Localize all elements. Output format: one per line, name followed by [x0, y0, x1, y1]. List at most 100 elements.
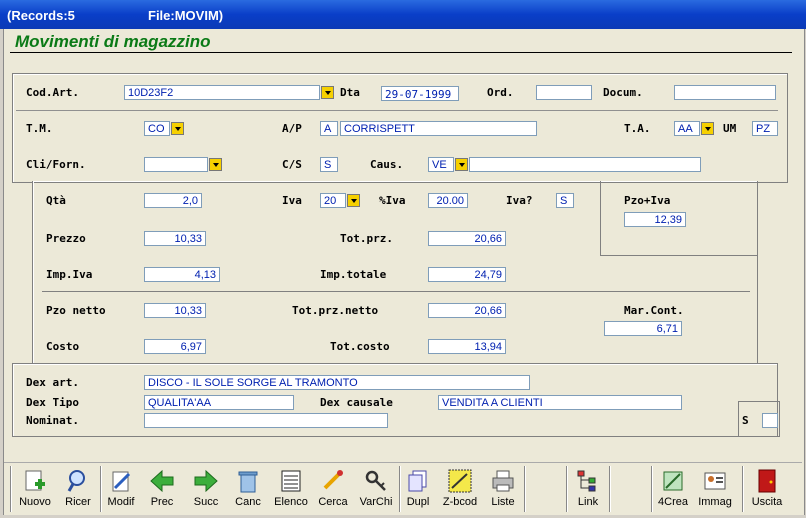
succ-button[interactable]: Succ	[186, 466, 226, 512]
ta-dropdown[interactable]	[701, 122, 714, 135]
tot-prz-field[interactable]: 20,66	[428, 231, 506, 246]
dta-field[interactable]: 29-07-1999	[381, 86, 459, 101]
imp-iva-label: Imp.Iva	[46, 268, 93, 281]
iva-q-field[interactable]: S	[556, 193, 574, 208]
link-button[interactable]: Link	[570, 466, 606, 512]
arrow-right-icon	[194, 469, 218, 493]
cli-forn-dropdown[interactable]	[209, 158, 222, 171]
amounts-divider	[42, 291, 750, 292]
cod-art-field[interactable]: 10D23F2	[124, 85, 320, 100]
tot-prz-label: Tot.prz.	[340, 232, 393, 245]
cs-field[interactable]: S	[320, 157, 338, 172]
toolbar-separator	[524, 466, 526, 512]
tot-costo-field[interactable]: 13,94	[428, 339, 506, 354]
tot-costo-label: Tot.costo	[330, 340, 390, 353]
iva-field[interactable]: 20	[320, 193, 346, 208]
modif-button[interactable]: Modif	[103, 466, 139, 512]
tot-prz-netto-label: Tot.prz.netto	[292, 304, 379, 317]
barcode-icon	[448, 469, 472, 493]
qta-field[interactable]: 2,0	[144, 193, 202, 208]
iva-q-label: Iva?	[506, 194, 533, 207]
dex-tipo-field[interactable]: QUALITA'AA	[144, 395, 294, 410]
ta-field[interactable]: AA	[674, 121, 700, 136]
immag-button[interactable]: Immag	[696, 466, 734, 512]
trash-icon	[238, 471, 258, 493]
dex-art-field[interactable]: DISCO - IL SOLE SORGE AL TRAMONTO	[144, 375, 530, 390]
toolbar-separator	[651, 466, 653, 512]
toolbar-separator	[399, 466, 401, 512]
ap-desc-field[interactable]: CORRISPETT	[340, 121, 537, 136]
new-record-icon	[25, 470, 45, 491]
cod-art-label: Cod.Art.	[26, 86, 79, 99]
nuovo-button[interactable]: Nuovo	[14, 466, 56, 512]
tm-label: T.M.	[26, 122, 53, 135]
iva-label: Iva	[282, 194, 302, 207]
toolbar-separator	[742, 466, 744, 512]
cli-forn-field[interactable]	[144, 157, 208, 172]
create-icon	[663, 471, 683, 491]
tree-icon	[577, 470, 596, 492]
keys-icon	[365, 470, 386, 491]
prec-button[interactable]: Prec	[143, 466, 181, 512]
qta-label: Qtà	[46, 194, 66, 207]
costo-field[interactable]: 6,97	[144, 339, 206, 354]
elenco-button[interactable]: Elenco	[272, 466, 310, 512]
tot-prz-netto-field[interactable]: 20,66	[428, 303, 506, 318]
image-icon	[704, 472, 726, 490]
dupl-button[interactable]: Dupl	[402, 466, 434, 512]
prezzo-field[interactable]: 10,33	[144, 231, 206, 246]
ricer-button[interactable]: Ricer	[58, 466, 98, 512]
dta-label: Dta	[340, 86, 360, 99]
dex-tipo-label: Dex Tipo	[26, 396, 79, 409]
s-label: S	[742, 414, 749, 427]
cs-label: C/S	[282, 158, 302, 171]
toolbar-separator	[609, 466, 611, 512]
title-bar: (Records:5 File:MOVIM)	[0, 0, 806, 29]
ap-code-field[interactable]: A	[320, 121, 338, 136]
4crea-button[interactable]: 4Crea	[655, 466, 691, 512]
search-icon	[67, 470, 85, 492]
iva-dropdown[interactable]	[347, 194, 360, 207]
caus-label: Caus.	[370, 158, 404, 171]
title-divider	[10, 52, 792, 53]
tm-field[interactable]: CO	[144, 121, 170, 136]
ord-field[interactable]	[536, 85, 592, 100]
header-divider	[16, 110, 778, 111]
dex-art-label: Dex art.	[26, 376, 79, 389]
caus-dropdown[interactable]	[455, 158, 468, 171]
imp-iva-field[interactable]: 4,13	[144, 267, 220, 282]
tm-dropdown[interactable]	[171, 122, 184, 135]
caus-field[interactable]: VE	[428, 157, 454, 172]
perc-iva-field[interactable]: 20.00	[428, 193, 468, 208]
toolbar-separator	[10, 466, 12, 512]
docum-label: Docum.	[603, 86, 643, 99]
find-icon	[323, 470, 343, 490]
toolbar-separator	[566, 466, 568, 512]
pzo-iva-label: Pzo+Iva	[624, 194, 671, 207]
ta-label: T.A.	[624, 122, 651, 135]
mar-cont-field[interactable]: 6,71	[604, 321, 682, 336]
docum-field[interactable]	[674, 85, 776, 100]
printer-icon	[492, 470, 514, 492]
cod-art-dropdown[interactable]	[321, 86, 334, 99]
um-field[interactable]: PZ	[752, 121, 778, 136]
dex-causale-field[interactable]: VENDITA A CLIENTI	[438, 395, 682, 410]
s-field[interactable]	[762, 413, 778, 428]
pzo-netto-field[interactable]: 10,33	[144, 303, 206, 318]
um-label: UM	[723, 122, 737, 135]
toolbar-separator	[100, 466, 102, 512]
varchi-button[interactable]: VarChi	[356, 466, 396, 512]
cli-forn-label: Cli/Forn.	[26, 158, 86, 171]
cerca-button[interactable]: Cerca	[315, 466, 351, 512]
canc-button[interactable]: Canc	[229, 466, 267, 512]
uscita-button[interactable]: Uscita	[747, 466, 787, 512]
caus-desc-field[interactable]	[469, 157, 701, 172]
pzo-iva-field[interactable]: 12,39	[624, 212, 686, 227]
edit-icon	[112, 471, 131, 492]
z-bcod-button[interactable]: Z-bcod	[439, 466, 481, 512]
imp-totale-field[interactable]: 24,79	[428, 267, 506, 282]
nominat-field[interactable]	[144, 413, 388, 428]
arrow-left-icon	[150, 469, 174, 493]
page-title: Movimenti di magazzino	[15, 32, 211, 51]
liste-button[interactable]: Liste	[485, 466, 521, 512]
